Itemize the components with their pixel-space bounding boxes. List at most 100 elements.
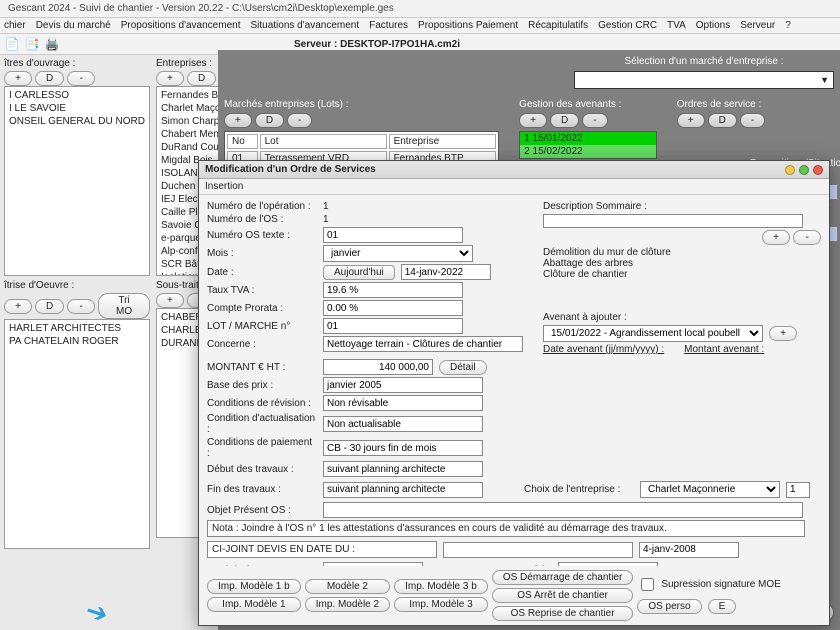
mo-minus[interactable]: -	[67, 71, 95, 86]
mo-d[interactable]: D	[35, 71, 64, 86]
moe-minus[interactable]: -	[67, 299, 95, 314]
select-mois[interactable]: janvier	[323, 245, 473, 262]
input-lot-marche[interactable]	[323, 318, 463, 334]
cijoint-value[interactable]	[443, 542, 633, 558]
modal-title-text: Modification d'un Ordre de Services	[205, 164, 376, 175]
lots-label: Marchés entreprises (Lots) :	[224, 99, 499, 110]
menu-factures[interactable]: Factures	[369, 20, 408, 31]
ent-d[interactable]: D	[187, 71, 216, 86]
menu-serveur[interactable]: Serveur	[740, 20, 775, 31]
label-debut: Début des travaux :	[207, 464, 317, 475]
label-avenant: Avenant à ajouter :	[543, 312, 633, 323]
cijoint-date[interactable]	[639, 542, 739, 558]
input-tva[interactable]	[323, 282, 463, 298]
menu-fichier[interactable]: chier	[4, 20, 26, 31]
window-title: Gescant 2024 - Suivi de chantier - Versi…	[0, 0, 840, 18]
select-entreprise[interactable]: Charlet Maçonnerie	[640, 481, 780, 498]
input-base[interactable]	[323, 377, 483, 393]
lots-plus[interactable]: +	[224, 113, 252, 128]
os-minus[interactable]: -	[740, 113, 765, 128]
chk-supression[interactable]: Supression signature MOE	[637, 575, 781, 594]
label-base: Base des prix :	[207, 380, 317, 391]
label-concerne: Concerne :	[207, 339, 317, 350]
btn-imp-3b[interactable]: Imp. Modèle 3 b	[394, 579, 488, 594]
btn-os-arr[interactable]: OS Arrêt de chantier	[492, 588, 634, 603]
input-ent-num[interactable]	[786, 482, 810, 498]
close-icon[interactable]	[813, 165, 823, 175]
label-desc: Description Sommaire :	[543, 201, 673, 212]
av-d[interactable]: D	[550, 113, 579, 128]
btn-imp-1[interactable]: Imp. Modèle 1	[207, 597, 301, 612]
btn-mod-2[interactable]: Modèle 2	[305, 579, 390, 594]
avenant-plus[interactable]: +	[769, 326, 797, 341]
moe-plus[interactable]: +	[4, 299, 32, 314]
mo-list[interactable]: I CARLESSOI LE SAVOIEONSEIL GENERAL DU N…	[4, 86, 150, 276]
label-date: Date :	[207, 267, 317, 278]
menu-prop-pay[interactable]: Propositions Paiement	[418, 20, 518, 31]
menu-devis[interactable]: Devis du marché	[36, 20, 111, 31]
list-item[interactable]: PA CHATELAIN ROGER	[7, 335, 147, 348]
os-d[interactable]: D	[708, 113, 737, 128]
textarea-desc[interactable]	[543, 214, 803, 228]
label-num-os: Numéro de l'OS :	[207, 214, 317, 225]
input-date[interactable]	[401, 264, 491, 280]
label-actualisation: Condition d'actualisation :	[207, 413, 317, 435]
desc-plus[interactable]: +	[762, 230, 790, 245]
value-num-os: 1	[323, 214, 329, 225]
server-label: Serveur : DESKTOP-I7PO1HA.cm2i	[64, 39, 460, 50]
input-prorata[interactable]	[323, 300, 463, 316]
st-plus[interactable]: +	[156, 293, 184, 308]
menu-sit-av[interactable]: Situations d'avancement	[250, 20, 359, 31]
lots-d[interactable]: D	[255, 113, 284, 128]
av-plus[interactable]: +	[519, 113, 547, 128]
input-revision[interactable]	[323, 395, 483, 411]
desc-line: Démolition du mur de clôture	[543, 247, 821, 258]
menu-prop-av[interactable]: Propositions d'avancement	[121, 20, 241, 31]
input-num-os-txt[interactable]	[323, 227, 463, 243]
mo-plus[interactable]: +	[4, 71, 32, 86]
menu-tva[interactable]: TVA	[667, 20, 686, 31]
label-revision: Conditions de révision :	[207, 398, 317, 409]
avenants-list[interactable]: 1 15/01/2022 2 15/02/2022	[519, 131, 657, 159]
btn-detail[interactable]: Détail	[439, 360, 487, 375]
sel-marche-combo[interactable]: ▼	[574, 71, 834, 89]
btn-aujourdhui[interactable]: Aujourd'hui	[323, 265, 395, 280]
list-item[interactable]: HARLET ARCHITECTES	[7, 322, 147, 335]
desc-minus[interactable]: -	[793, 230, 821, 245]
btn-os-dem[interactable]: OS Démarrage de chantier	[492, 570, 634, 585]
list-item[interactable]: ONSEIL GENERAL DU NORD	[7, 115, 147, 128]
moe-list[interactable]: HARLET ARCHITECTESPA CHATELAIN ROGER	[4, 319, 150, 549]
minimize-icon[interactable]	[785, 165, 795, 175]
select-avenant[interactable]: 15/01/2022 - Agrandissement local poubel…	[543, 325, 763, 342]
os-plus[interactable]: +	[677, 113, 705, 128]
av-minus[interactable]: -	[582, 113, 607, 128]
input-paiement[interactable]	[323, 440, 483, 456]
moe-label: îtrise d'Oeuvre :	[4, 280, 150, 291]
input-fin[interactable]	[323, 482, 483, 498]
lots-minus[interactable]: -	[287, 113, 312, 128]
menu-recap[interactable]: Récapitulatifs	[528, 20, 588, 31]
input-debut[interactable]	[323, 461, 483, 477]
input-actualisation[interactable]	[323, 416, 483, 432]
input-montant[interactable]	[323, 359, 433, 375]
value-num-op: 1	[323, 201, 329, 212]
btn-imp-3[interactable]: Imp. Modèle 3	[394, 597, 488, 612]
mo-label: îtres d'ouvrage :	[4, 58, 150, 69]
moe-d[interactable]: D	[35, 299, 64, 314]
moe-trimo[interactable]: Tri MO	[98, 293, 150, 319]
btn-os-rep[interactable]: OS Reprise de chantier	[492, 606, 634, 621]
input-objet[interactable]	[323, 502, 803, 518]
menu-crc[interactable]: Gestion CRC	[598, 20, 657, 31]
btn-imp-1b[interactable]: Imp. Modèle 1 b	[207, 579, 301, 594]
desc-line: Abattage des arbres	[543, 258, 821, 269]
menu-options[interactable]: Options	[696, 20, 730, 31]
ent-plus[interactable]: +	[156, 71, 184, 86]
input-concerne[interactable]	[323, 336, 523, 352]
list-item[interactable]: I CARLESSO	[7, 89, 147, 102]
btn-e[interactable]: E	[708, 599, 737, 614]
btn-os-perso[interactable]: OS perso	[637, 599, 701, 614]
menu-help[interactable]: ?	[785, 20, 791, 31]
maximize-icon[interactable]	[799, 165, 809, 175]
btn-imp-2[interactable]: Imp. Modèle 2	[305, 597, 390, 612]
list-item[interactable]: I LE SAVOIE	[7, 102, 147, 115]
